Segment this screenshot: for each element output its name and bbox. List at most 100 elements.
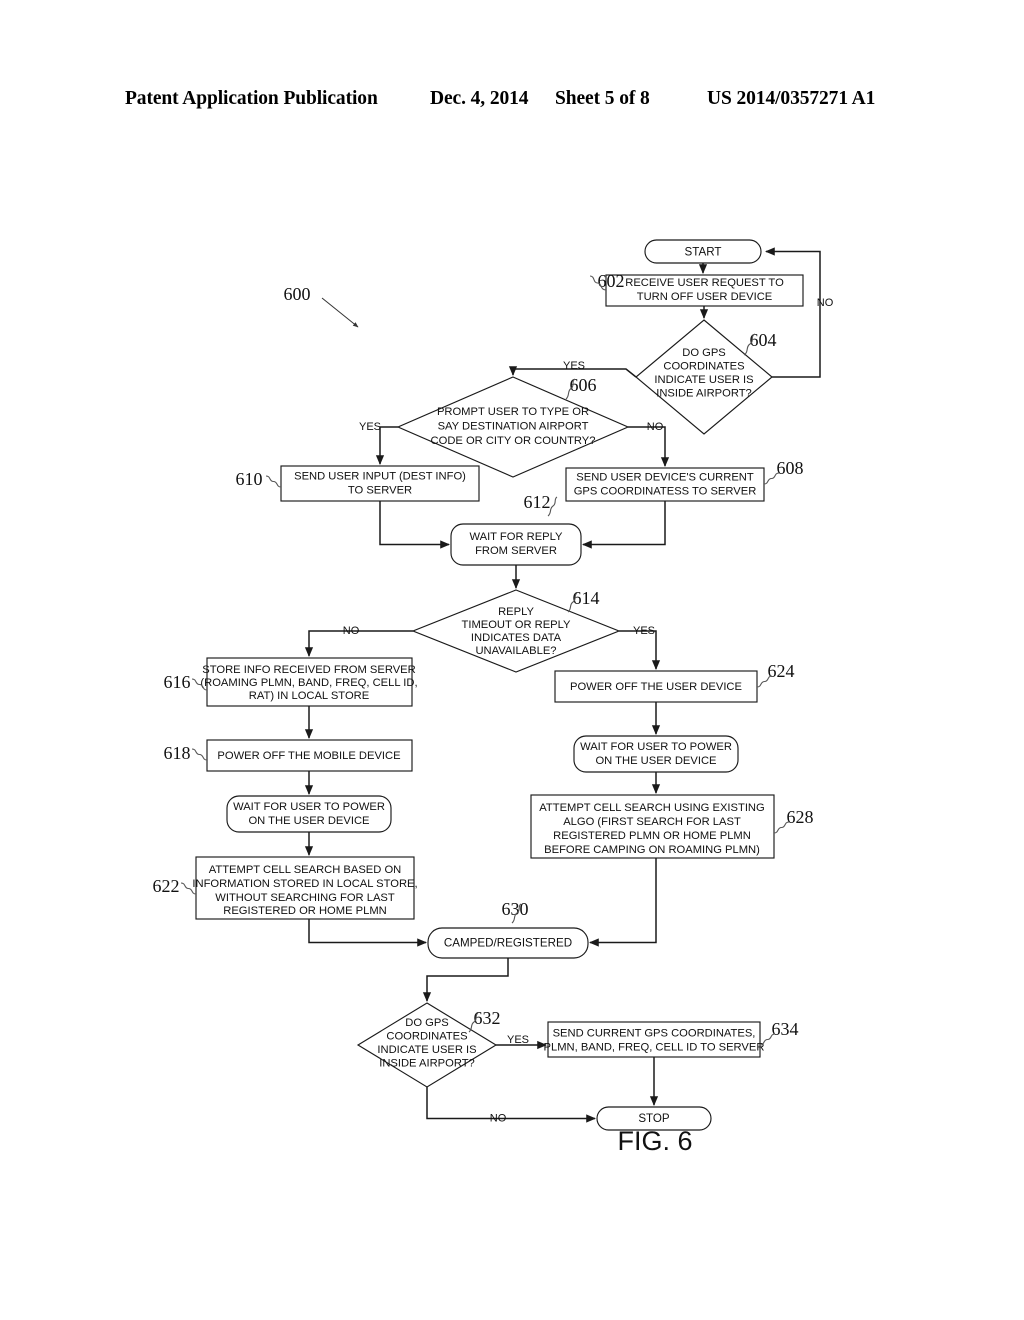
node-start: START <box>644 239 762 264</box>
node-616-line3: RAT) IN LOCAL STORE <box>249 690 369 702</box>
node-626-line2: ON THE USER DEVICE <box>595 755 716 767</box>
ref-label-612: 612 <box>524 492 551 512</box>
node-604-line3: INDICATE USER IS <box>654 374 753 386</box>
node-608: SEND USER DEVICE'S CURRENT GPS COORDINAT… <box>565 458 804 502</box>
node-634-line1: SEND CURRENT GPS COORDINATES, <box>553 1027 756 1039</box>
node-620-line1: WAIT FOR USER TO POWER <box>233 801 385 813</box>
edge-label-606-yes: YES <box>359 421 381 433</box>
node-614-line4: UNAVAILABLE? <box>475 645 556 657</box>
ref-label-622: 622 <box>153 876 180 896</box>
node-622: ATTEMPT CELL SEARCH BASED ON INFORMATION… <box>153 856 418 920</box>
node-622-line2: INFORMATION STORED IN LOCAL STORE, <box>192 878 417 890</box>
node-606-line1: PROMPT USER TO TYPE OR <box>437 406 589 418</box>
node-602-line2: TURN OFF USER DEVICE <box>637 291 773 303</box>
edge-label-604-yes: YES <box>563 360 585 372</box>
edge-label-632-yes: YES <box>507 1034 529 1046</box>
node-606: PROMPT USER TO TYPE OR SAY DESTINATION A… <box>396 375 630 478</box>
node-624-line1: POWER OFF THE USER DEVICE <box>570 681 742 693</box>
node-602: RECEIVE USER REQUEST TO TURN OFF USER DE… <box>589 271 804 307</box>
node-622-line1: ATTEMPT CELL SEARCH BASED ON <box>209 864 402 876</box>
node-612: WAIT FOR REPLY FROM SERVER 612 <box>450 492 582 566</box>
node-616: STORE INFO RECEIVED FROM SERVER (ROAMING… <box>164 657 418 707</box>
node-606-line2: SAY DESTINATION AIRPORT <box>438 420 589 432</box>
node-612-line1: WAIT FOR REPLY <box>469 531 563 543</box>
node-632-line1: DO GPS <box>405 1017 449 1029</box>
node-610-line2: TO SERVER <box>348 484 412 496</box>
figure-label: FIG. 6 <box>617 1126 692 1156</box>
node-604-line1: DO GPS <box>682 347 726 359</box>
ref-label-610: 610 <box>236 469 263 489</box>
ref-label-618: 618 <box>164 743 191 763</box>
node-628: ATTEMPT CELL SEARCH USING EXISTING ALGO … <box>530 794 814 859</box>
edge-610-to-612 <box>379 501 450 549</box>
ref-label-624: 624 <box>768 661 795 681</box>
figure-6-flowchart: 600 START RECEIVE USER REQUEST TO TURN O… <box>0 0 1024 1320</box>
node-612-line2: FROM SERVER <box>475 545 557 557</box>
patent-page: Patent Application Publication Dec. 4, 2… <box>0 0 1024 1320</box>
node-608-line1: SEND USER DEVICE'S CURRENT <box>576 471 754 483</box>
node-620-line2: ON THE USER DEVICE <box>248 815 369 827</box>
ref-label-616: 616 <box>164 672 191 692</box>
node-616-line2: (ROAMING PLMN, BAND, FREQ, CELL ID, <box>200 677 417 689</box>
edge-label-614-yes: YES <box>633 625 655 637</box>
node-626: WAIT FOR USER TO POWER ON THE USER DEVIC… <box>573 735 739 773</box>
node-634-line2: PLMN, BAND, FREQ, CELL ID TO SERVER <box>544 1041 765 1053</box>
edge-630-to-632 <box>422 958 509 1002</box>
node-630: CAMPED/REGISTERED 630 <box>427 899 589 959</box>
node-618: POWER OFF THE MOBILE DEVICE 618 <box>164 739 413 772</box>
node-632-line2: COORDINATES <box>386 1030 467 1042</box>
node-620: WAIT FOR USER TO POWER ON THE USER DEVIC… <box>226 795 392 833</box>
node-628-line1: ATTEMPT CELL SEARCH USING EXISTING <box>539 802 764 814</box>
node-602-line1: RECEIVE USER REQUEST TO <box>625 277 784 289</box>
ref-618-leader <box>191 748 208 761</box>
ref-label-634: 634 <box>772 1019 799 1039</box>
node-632-line3: INDICATE USER IS <box>377 1044 476 1056</box>
ref-label-628: 628 <box>787 807 814 827</box>
node-614-line1: REPLY <box>498 606 534 618</box>
node-622-line3: WITHOUT SEARCHING FOR LAST <box>215 892 395 904</box>
node-608-line2: GPS COORDINATESS TO SERVER <box>574 485 757 497</box>
edge-label-604-no: NO <box>817 297 834 309</box>
edge-632-no-to-stop <box>426 1087 596 1123</box>
node-606-line3: CODE OR CITY OR COUNTRY? <box>431 435 596 447</box>
edge-622-to-630 <box>308 919 427 947</box>
node-632-line4: INSIDE AIRPORT? <box>379 1057 475 1069</box>
node-628-line3: REGISTERED PLMN OR HOME PLMN <box>553 830 751 842</box>
edge-614-no-to-616 <box>304 630 413 657</box>
edge-label-614-no: NO <box>343 625 360 637</box>
start-label: START <box>685 246 722 259</box>
node-622-line4: REGISTERED OR HOME PLMN <box>223 905 386 917</box>
node-610-line1: SEND USER INPUT (DEST INFO) <box>294 470 466 482</box>
node-628-line4: BEFORE CAMPING ON ROAMING PLMN) <box>544 844 760 856</box>
node-624: POWER OFF THE USER DEVICE 624 <box>554 661 795 703</box>
node-604-line2: COORDINATES <box>663 360 744 372</box>
ref-label-604: 604 <box>750 330 777 350</box>
node-614-line3: INDICATES DATA <box>471 632 562 644</box>
node-616-line1: STORE INFO RECEIVED FROM SERVER <box>202 664 415 676</box>
ref-label-614: 614 <box>573 588 600 608</box>
node-626-line1: WAIT FOR USER TO POWER <box>580 741 732 753</box>
ref-610-leader <box>265 475 282 488</box>
edge-label-632-no: NO <box>490 1112 507 1124</box>
node-632: DO GPS COORDINATES INDICATE USER IS INSI… <box>356 1002 501 1088</box>
edge-608-to-612 <box>582 501 666 549</box>
node-604-line4: INSIDE AIRPORT? <box>656 387 752 399</box>
ref-label-632: 632 <box>474 1008 501 1028</box>
node-628-line2: ALGO (FIRST SEARCH FOR LAST <box>563 816 741 828</box>
stop-label: STOP <box>638 1112 670 1125</box>
ref-label-608: 608 <box>777 458 804 478</box>
edge-label-606-no: NO <box>647 421 664 433</box>
node-618-line1: POWER OFF THE MOBILE DEVICE <box>217 750 400 762</box>
edge-628-to-630 <box>589 858 657 947</box>
node-614-line2: TIMEOUT OR REPLY <box>462 619 572 631</box>
node-630-label: CAMPED/REGISTERED <box>444 937 572 950</box>
edge-604-no-to-start <box>765 247 821 378</box>
node-614: REPLY TIMEOUT OR REPLY INDICATES DATA UN… <box>411 588 621 673</box>
ref-label-600: 600 <box>284 284 311 304</box>
node-634: SEND CURRENT GPS COORDINATES, PLMN, BAND… <box>544 1019 799 1058</box>
ref-label-606: 606 <box>570 375 597 395</box>
node-610: SEND USER INPUT (DEST INFO) TO SERVER 61… <box>236 465 480 502</box>
node-604: DO GPS COORDINATES INDICATE USER IS INSI… <box>635 319 777 435</box>
diagram-ref-600: 600 <box>284 284 359 328</box>
edge-606-yes-to-610 <box>375 426 398 465</box>
